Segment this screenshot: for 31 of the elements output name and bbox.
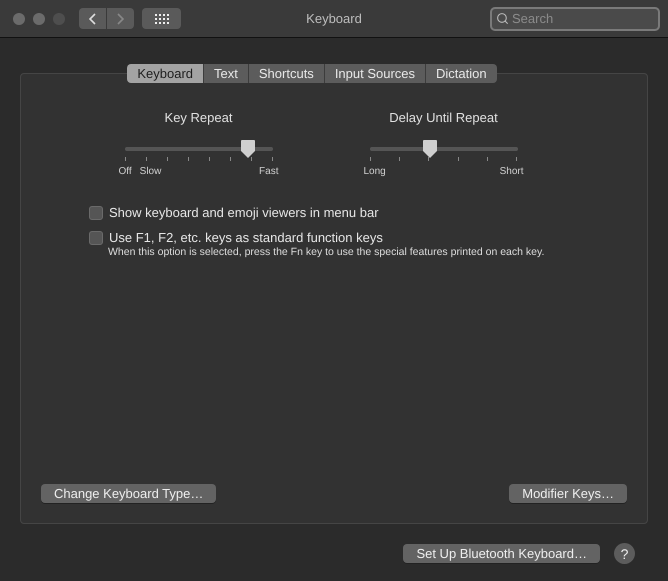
slider-title: Key Repeat (164, 110, 232, 125)
slider-thumb[interactable] (422, 139, 438, 159)
slider-label: Slow (140, 166, 162, 177)
tab[interactable]: Input Sources (324, 64, 426, 83)
checkbox[interactable] (89, 230, 103, 244)
slider-label: Short (500, 166, 524, 177)
chevron-left-icon (89, 12, 96, 24)
tab[interactable]: Dictation (425, 64, 497, 83)
checkbox-label: Show keyboard and emoji viewers in menu bar (109, 205, 379, 220)
slider-label: Off (118, 166, 132, 177)
tab[interactable]: Shortcuts (248, 64, 324, 83)
checkbox[interactable] (89, 206, 103, 220)
search-field[interactable]: Search (490, 6, 660, 30)
bluetooth-keyboard-button[interactable]: Set Up Bluetooth Keyboard… (403, 544, 600, 563)
change-keyboard-type-button[interactable]: Change Keyboard Type… (41, 484, 216, 503)
chevron-right-icon (117, 12, 124, 24)
slider-thumb[interactable] (240, 139, 256, 159)
back-button[interactable] (79, 8, 106, 29)
modifier-keys-button[interactable]: Modifier Keys… (509, 484, 627, 503)
window-title: Keyboard (306, 11, 362, 26)
option-note: When this option is selected, press the Fn key to use the special features printed on each key. (108, 246, 546, 258)
slider-label: Fast (259, 166, 278, 177)
search-icon (496, 12, 509, 24)
show-all-button[interactable] (142, 8, 181, 29)
grid-icon (154, 14, 168, 24)
checkbox-label: Use F1, F2, etc. keys as standard function keys (109, 230, 383, 245)
slider-label: Long (364, 166, 386, 177)
help-button[interactable]: ? (614, 543, 635, 564)
slider-title: Delay Until Repeat (389, 110, 498, 125)
tab[interactable]: Text (203, 64, 248, 83)
tab[interactable]: Keyboard (127, 64, 204, 83)
